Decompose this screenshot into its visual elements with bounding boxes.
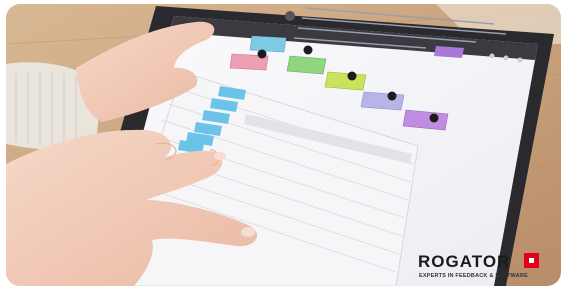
photo-stage: ROGATOR EXPERTS IN FEEDBACK & SOFTWARE <box>0 0 567 288</box>
photo-frame: ROGATOR EXPERTS IN FEEDBACK & SOFTWARE <box>6 4 561 286</box>
logo-wordmark: ROGATOR <box>418 252 511 271</box>
header-button <box>434 46 464 58</box>
tablet-photo <box>6 4 561 286</box>
logo-tagline: EXPERTS IN FEEDBACK & SOFTWARE <box>419 273 528 279</box>
logo-red-square <box>524 253 539 268</box>
close-icon <box>285 11 295 21</box>
rogator-logo: ROGATOR EXPERTS IN FEEDBACK & SOFTWARE <box>418 252 558 282</box>
